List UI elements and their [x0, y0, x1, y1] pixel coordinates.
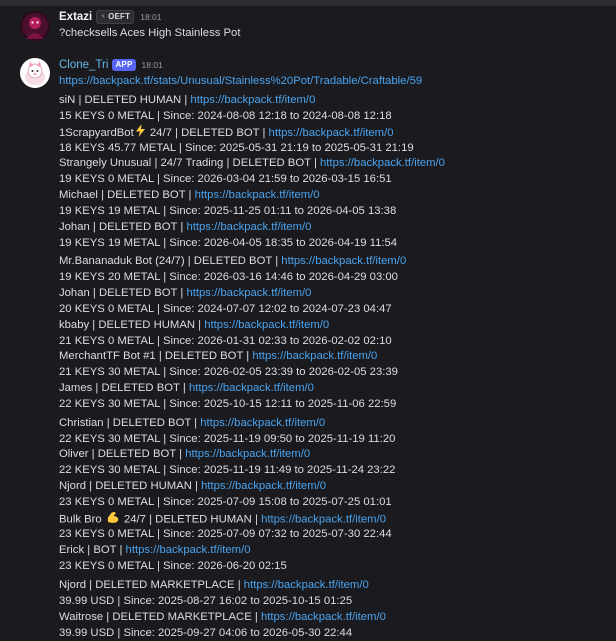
listing-detail: 23 KEYS 0 METAL | Since: 2026-06-20 02:1… — [59, 560, 287, 572]
listing-link[interactable]: https://backpack.tf/item/0 — [252, 350, 377, 362]
listing-detail: 39.99 USD | Since: 2025-08-27 16:02 to 2… — [59, 595, 353, 607]
listing-link[interactable]: https://backpack.tf/item/0 — [189, 382, 314, 394]
listing-link[interactable]: https://backpack.tf/item/0 — [186, 221, 311, 233]
listing-user: Waitrose | DELETED MARKETPLACE | — [59, 611, 261, 623]
listing-header: James | DELETED BOT | https://backpack.t… — [59, 380, 314, 396]
listing-user: Njord | DELETED HUMAN | — [59, 480, 202, 492]
message-content: ?checksells Aces High Stainless Pot — [59, 27, 241, 39]
listing-user: Oliver | DELETED BOT | — [59, 448, 186, 460]
listing-link[interactable]: https://backpack.tf/item/0 — [204, 319, 329, 331]
bot-avatar[interactable] — [20, 58, 50, 88]
listing-link[interactable]: https://backpack.tf/item/0 — [281, 255, 406, 267]
listing-header: Michael | DELETED BOT | https://backpack… — [59, 187, 320, 203]
listing-user: Strangely Unusual | 24/7 Trading | DELET… — [59, 157, 321, 169]
listing-user-suffix: 24/7 | DELETED HUMAN | — [120, 513, 262, 526]
listing-link[interactable]: https://backpack.tf/item/0 — [185, 448, 310, 460]
message-header: Clone_Tri APP 18:01 — [59, 57, 163, 73]
user-avatar[interactable] — [20, 11, 50, 41]
listing-user: Christian | DELETED BOT | — [59, 417, 201, 429]
listing-detail: 19 KEYS 19 METAL | Since: 2025-11-25 01:… — [59, 205, 397, 217]
listing-header: Strangely Unusual | 24/7 Trading | DELET… — [59, 155, 445, 171]
listing-header: 1ScrapyardBot 24/7 | DELETED BOT | https… — [59, 124, 394, 140]
listing-detail: 20 KEYS 0 METAL | Since: 2024-07-07 12:0… — [59, 303, 392, 315]
listing-user: James | DELETED BOT | — [59, 382, 189, 394]
listing-link[interactable]: https://backpack.tf/item/0 — [201, 480, 326, 492]
listing-link[interactable]: https://backpack.tf/item/0 — [190, 94, 315, 106]
listing-user: Erick | BOT | — [59, 544, 126, 556]
listing-header: Oliver | DELETED BOT | https://backpack.… — [59, 446, 310, 462]
listing-user-suffix: 24/7 | DELETED BOT | — [146, 126, 269, 139]
listing-detail: 23 KEYS 0 METAL | Since: 2025-07-09 15:0… — [59, 496, 392, 508]
listing-link[interactable]: https://backpack.tf/item/0 — [269, 127, 394, 139]
listing-header: Erick | BOT | https://backpack.tf/item/0 — [59, 542, 251, 558]
listing-link[interactable]: https://backpack.tf/item/0 — [261, 513, 386, 525]
listing-link[interactable]: https://backpack.tf/item/0 — [200, 417, 325, 429]
author-name[interactable]: Extazi — [59, 9, 92, 25]
lightning-icon: ⚡ — [100, 12, 107, 21]
message-header: Extazi ⚡ OEFT 18:01 — [59, 9, 162, 25]
listing-header: MerchantTF Bot #1 | DELETED BOT | https:… — [59, 348, 377, 364]
listing-user: Bulk Bro — [59, 513, 105, 526]
guild-tag[interactable]: ⚡ OEFT — [96, 10, 135, 24]
listing-user: siN | DELETED HUMAN | — [59, 94, 191, 106]
listing-detail: 19 KEYS 19 METAL | Since: 2026-04-05 18:… — [59, 237, 398, 249]
listing-user: Johan | DELETED BOT | — [59, 221, 187, 233]
listing-user: 1ScrapyardBot — [59, 126, 134, 139]
listing-link[interactable]: https://backpack.tf/item/0 — [126, 544, 251, 556]
channel-top-bar — [0, 0, 616, 6]
listing-detail: 15 KEYS 0 METAL | Since: 2024-08-08 12:1… — [59, 110, 392, 122]
listing-header: Johan | DELETED BOT | https://backpack.t… — [59, 219, 311, 235]
listing-detail: 39.99 USD | Since: 2025-09-27 04:06 to 2… — [59, 627, 353, 639]
listing-header: Bulk Bro 24/7 | DELETED HUMAN | https://… — [59, 510, 386, 526]
listing-link[interactable]: https://backpack.tf/item/0 — [244, 579, 369, 591]
listing-detail: 19 KEYS 0 METAL | Since: 2026-03-04 21:5… — [59, 173, 392, 185]
listing-header: Mr.Bananaduk Bot (24/7) | DELETED BOT | … — [59, 253, 406, 269]
listing-link[interactable]: https://backpack.tf/item/0 — [186, 287, 311, 299]
message-timestamp: 18:01 — [141, 60, 163, 70]
listing-detail: 21 KEYS 0 METAL | Since: 2026-01-31 02:3… — [59, 335, 392, 347]
listing-user: Johan | DELETED BOT | — [59, 287, 187, 299]
listing-user: kbaby | DELETED HUMAN | — [59, 319, 205, 331]
listing-header: Johan | DELETED BOT | https://backpack.t… — [59, 285, 311, 301]
listing-link[interactable]: https://backpack.tf/item/0 — [195, 189, 320, 201]
listing-header: Christian | DELETED BOT | https://backpa… — [59, 415, 325, 431]
listing-link[interactable]: https://backpack.tf/item/0 — [320, 157, 445, 169]
listing-header: kbaby | DELETED HUMAN | https://backpack… — [59, 317, 329, 333]
listing-detail: 23 KEYS 0 METAL | Since: 2025-07-09 07:3… — [59, 528, 392, 540]
listing-detail: 22 KEYS 30 METAL | Since: 2025-11-19 11:… — [59, 464, 396, 476]
listing-user: MerchantTF Bot #1 | DELETED BOT | — [59, 350, 253, 362]
listing-detail: 21 KEYS 30 METAL | Since: 2026-02-05 23:… — [59, 366, 398, 378]
listing-link[interactable]: https://backpack.tf/item/0 — [261, 611, 386, 623]
listing-detail: 18 KEYS 45.77 METAL | Since: 2025-05-31 … — [59, 142, 414, 154]
author-name[interactable]: Clone_Tri — [59, 57, 108, 73]
listing-header: siN | DELETED HUMAN | https://backpack.t… — [59, 92, 315, 108]
message-timestamp: 18:01 — [140, 12, 162, 22]
listing-header: Njord | DELETED HUMAN | https://backpack… — [59, 478, 326, 494]
listing-detail: 22 KEYS 30 METAL | Since: 2025-11-19 09:… — [59, 433, 396, 445]
stats-link[interactable]: https://backpack.tf/stats/Unusual/Stainl… — [59, 73, 422, 89]
listing-user: Mr.Bananaduk Bot (24/7) | DELETED BOT | — [59, 255, 282, 267]
listing-detail: 22 KEYS 30 METAL | Since: 2025-10-15 12:… — [59, 398, 397, 410]
app-badge: APP — [112, 59, 136, 71]
listing-header: Njord | DELETED MARKETPLACE | https://ba… — [59, 577, 369, 593]
listing-header: Waitrose | DELETED MARKETPLACE | https:/… — [59, 609, 386, 625]
listing-user: Michael | DELETED BOT | — [59, 189, 195, 201]
listing-user: Njord | DELETED MARKETPLACE | — [59, 579, 244, 591]
listing-detail: 19 KEYS 20 METAL | Since: 2026-03-16 14:… — [59, 271, 398, 283]
